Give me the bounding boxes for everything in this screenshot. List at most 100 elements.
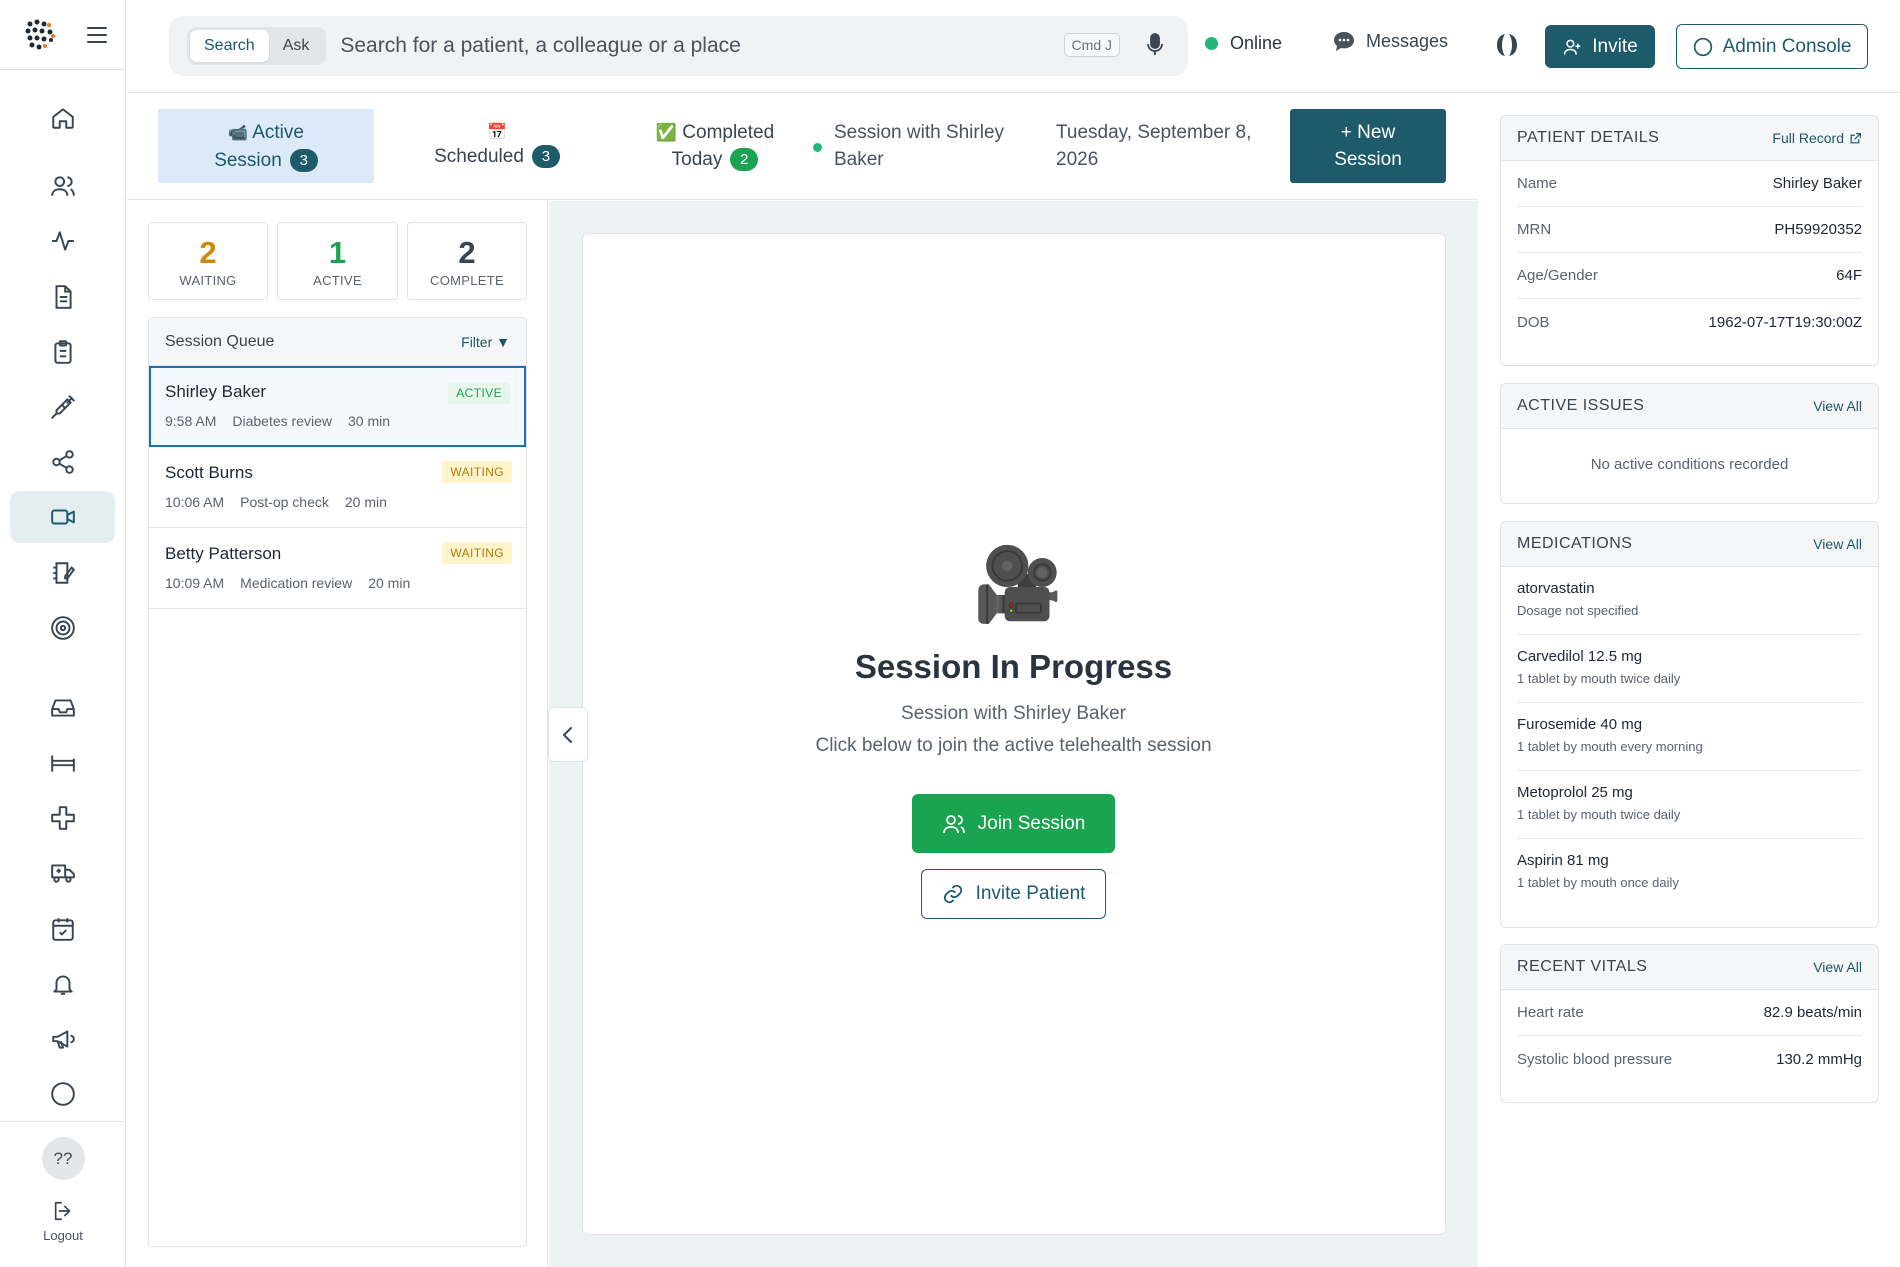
search-input[interactable] bbox=[340, 34, 1041, 58]
home-icon bbox=[51, 108, 74, 129]
queue-item[interactable]: Betty Patterson 10:09 AM Medication revie… bbox=[149, 528, 526, 609]
queue-item[interactable]: Scott Burns 10:06 AM Post-op check 20 min … bbox=[149, 447, 526, 528]
view-all-link[interactable]: View All bbox=[1813, 959, 1862, 975]
search-mode-search[interactable]: Search bbox=[190, 30, 269, 62]
nav-referrals[interactable] bbox=[10, 436, 115, 488]
session-time: 10:06 AM bbox=[165, 494, 225, 510]
shortcut-hint: Cmd J bbox=[1063, 33, 1120, 57]
nav-notifications[interactable] bbox=[10, 958, 115, 1010]
nav-activity[interactable] bbox=[10, 215, 115, 267]
stat-label: COMPLETE bbox=[430, 272, 504, 288]
medication-item[interactable]: Metoprolol 25 mg 1 tablet by mouth twice … bbox=[1517, 771, 1862, 839]
admin-console-label: Admin Console bbox=[1722, 35, 1852, 57]
logout-button[interactable]: Logout bbox=[43, 1200, 83, 1243]
syringe-icon bbox=[50, 395, 75, 419]
tab-label: Today bbox=[671, 149, 723, 170]
session-duration: 30 min bbox=[347, 413, 391, 429]
session-hint: Click below to join the active telehealt… bbox=[815, 735, 1212, 756]
detail-label: Age/Gender bbox=[1517, 267, 1598, 284]
nav-inbox[interactable] bbox=[10, 682, 115, 734]
status-badge: ACTIVE bbox=[448, 382, 510, 404]
empty-state: No active conditions recorded bbox=[1590, 455, 1789, 473]
medication-name: atorvastatin bbox=[1517, 580, 1595, 597]
nav-injections[interactable] bbox=[10, 381, 115, 433]
medication-item[interactable]: Carvedilol 12.5 mg 1 tablet by mouth twic… bbox=[1517, 635, 1862, 703]
session-with-label: Baker bbox=[834, 149, 884, 170]
help-button[interactable]: ?? bbox=[41, 1137, 85, 1180]
join-session-button[interactable]: Join Session bbox=[912, 794, 1115, 853]
view-all-link[interactable]: View All bbox=[1813, 398, 1862, 414]
app-logo-icon[interactable] bbox=[24, 18, 58, 52]
tab-label: Scheduled bbox=[434, 145, 524, 167]
panel-header: MEDICATIONS View All bbox=[1501, 522, 1878, 567]
nav-telehealth[interactable] bbox=[10, 491, 115, 543]
online-status[interactable]: Online bbox=[1205, 33, 1282, 54]
session-time: 10:09 AM bbox=[165, 575, 225, 591]
stat-label: WAITING bbox=[179, 272, 237, 288]
nav-rail: ?? Logout bbox=[0, 0, 126, 1267]
current-date: Tuesday, September 8, 2026 bbox=[1056, 119, 1256, 173]
tab-completed-today[interactable]: ✅ Completed Today 2 bbox=[607, 109, 823, 183]
nav-goals[interactable] bbox=[10, 602, 115, 654]
stat-value: 2 bbox=[458, 234, 476, 270]
patient-details-panel: PATIENT DETAILS Full Record Name Shirley … bbox=[1500, 115, 1879, 366]
top-bar: Search Ask Cmd J Online Messages Invite … bbox=[127, 0, 1900, 93]
microphone-icon[interactable] bbox=[1146, 32, 1164, 58]
invite-label: Invite bbox=[1592, 35, 1638, 57]
panel-title: MEDICATIONS bbox=[1517, 535, 1633, 552]
medical-cross-icon bbox=[50, 806, 75, 830]
clipboard-icon bbox=[53, 340, 72, 364]
tab-scheduled[interactable]: 📅 Scheduled 3 bbox=[389, 109, 605, 183]
stat-label: ACTIVE bbox=[313, 272, 362, 288]
messages-button[interactable]: Messages bbox=[1332, 30, 1448, 52]
admin-console-button[interactable]: Admin Console bbox=[1676, 24, 1868, 69]
medication-item[interactable]: Furosemide 40 mg 1 tablet by mouth every … bbox=[1517, 703, 1862, 771]
vital-value: 130.2 mmHg bbox=[1776, 1050, 1862, 1068]
nav-announcements[interactable] bbox=[10, 1013, 115, 1065]
session-stage bbox=[549, 201, 1478, 1267]
medication-item[interactable]: atorvastatin Dosage not specified bbox=[1517, 567, 1862, 635]
invite-button[interactable]: Invite bbox=[1545, 25, 1655, 68]
nav-clinical[interactable] bbox=[10, 792, 115, 844]
medication-item[interactable]: Aspirin 81 mg 1 tablet by mouth once dail… bbox=[1517, 839, 1862, 907]
users-icon bbox=[942, 814, 965, 833]
nav-calendar[interactable] bbox=[10, 903, 115, 955]
nav-beds[interactable] bbox=[10, 737, 115, 789]
session-tabs: 📹 Active Session 3 📅 Scheduled 3 ✅ Complet… bbox=[127, 93, 1478, 200]
hamburger-menu-icon[interactable] bbox=[86, 26, 108, 44]
movie-camera-icon: 🎥 bbox=[973, 545, 1063, 625]
tab-active-session[interactable]: 📹 Active Session 3 bbox=[158, 109, 374, 183]
nav-transport[interactable] bbox=[10, 847, 115, 899]
nav-patients[interactable] bbox=[10, 160, 115, 212]
filter-button[interactable]: Filter ▼ bbox=[461, 334, 510, 350]
detail-value: PH59920352 bbox=[1774, 221, 1862, 238]
chat-bubble-icon bbox=[1334, 32, 1354, 51]
nav-notes[interactable] bbox=[10, 547, 115, 599]
invite-patient-button[interactable]: Invite Patient bbox=[921, 869, 1106, 919]
new-session-label: + New bbox=[1340, 122, 1396, 143]
session-duration: 20 min bbox=[368, 575, 411, 591]
bed-icon bbox=[50, 755, 75, 772]
vital-value: 82.9 beats/min bbox=[1763, 1004, 1862, 1021]
detail-value: Shirley Baker bbox=[1772, 175, 1862, 192]
queue-item[interactable]: Shirley Baker 9:58 AM Diabetes review 30 m… bbox=[149, 366, 526, 447]
full-record-link[interactable]: Full Record bbox=[1772, 130, 1862, 146]
bell-icon bbox=[52, 975, 73, 995]
view-all-link[interactable]: View All bbox=[1813, 536, 1862, 552]
vital-label: Systolic blood pressure bbox=[1517, 1050, 1673, 1068]
panel-header: ACTIVE ISSUES View All bbox=[1501, 384, 1878, 429]
nav-more[interactable] bbox=[10, 1068, 115, 1120]
search-mode-ask[interactable]: Ask bbox=[269, 30, 324, 62]
video-camera-icon: 📹 bbox=[228, 124, 248, 142]
nav-home[interactable] bbox=[10, 92, 115, 144]
new-session-button[interactable]: + New Session bbox=[1290, 109, 1446, 183]
nav-tasks[interactable] bbox=[10, 326, 115, 378]
date-line: Tuesday, September 8, bbox=[1056, 122, 1252, 143]
medication-dose: 1 tablet by mouth twice daily bbox=[1517, 807, 1681, 822]
medication-dose: 1 tablet by mouth twice daily bbox=[1517, 671, 1681, 686]
vital-label: Heart rate bbox=[1517, 1004, 1584, 1021]
nav-documents[interactable] bbox=[10, 271, 115, 323]
invite-patient-label: Invite Patient bbox=[975, 883, 1086, 904]
circle-icon bbox=[50, 1082, 75, 1106]
theme-toggle-icon[interactable] bbox=[1495, 32, 1519, 58]
